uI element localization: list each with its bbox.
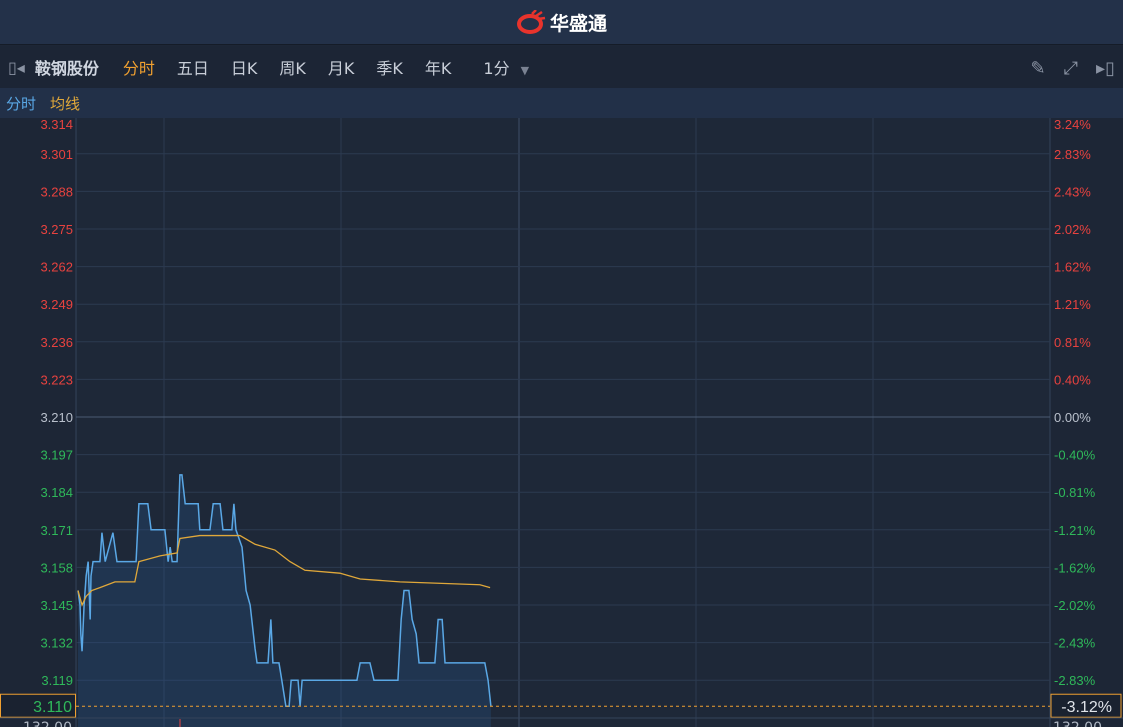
left-tick-label: 3.119 [41,673,73,688]
left-tick-label: 3.158 [40,560,73,575]
left-tick-label: 3.132 [40,636,73,651]
chevron-down-icon: ▼ [520,64,530,77]
right-tick-label: 0.00% [1054,410,1091,425]
left-tick-label: 3.197 [40,448,73,463]
last-price-label: 3.110 [33,699,72,716]
legend-bar: 分时 均线 [0,88,1123,118]
volume-right-label: 132.00 [1053,720,1102,727]
left-tick-label: 3.184 [40,485,73,500]
left-tick-label: 3.223 [40,372,73,387]
fullscreen-icon[interactable]: ⤢ [1064,58,1078,79]
title-bar: 华盛通 [0,0,1123,45]
right-tick-label: -0.81% [1054,485,1096,500]
right-tick-label: 1.21% [1054,297,1091,312]
brand-name: 华盛通 [549,12,607,35]
volume-left-label: 132.00 [23,720,72,727]
right-tick-label: 2.43% [1054,184,1091,199]
collapse-left-icon[interactable]: ▯◂ [8,58,25,77]
tab-monthly-k[interactable]: 月K [328,55,355,79]
intraday-chart: 3.314 3.24% 3.301 2.83% 3.288 2.43% 3.275 2.02%… [0,118,1123,727]
stock-name: 鞍钢股份 [34,59,99,78]
legend-price: 分时 [6,94,37,113]
last-pct-label: -3.12% [1061,699,1112,716]
right-tick-label: -2.02% [1054,598,1096,613]
toolbar: ▯◂ 鞍钢股份 分时 五日 日K 周K 月K 季K 年K 1分 ▼ [0,46,1123,88]
right-tick-label: 2.83% [1054,147,1091,162]
right-tick-label: -2.83% [1054,673,1096,688]
pencil-icon[interactable]: ✎ [1031,58,1046,79]
left-tick-label: 3.275 [40,222,73,237]
legend-avg: 均线 [50,94,81,113]
interval-value: 1分 [483,59,510,78]
tab-yearly-k[interactable]: 年K [425,55,452,79]
right-tick-label: -1.62% [1054,560,1096,575]
right-tick-label: 0.81% [1054,335,1091,350]
left-tick-label: 3.145 [40,598,73,613]
right-tick-label: 3.24% [1054,118,1091,132]
right-tick-label: 2.02% [1054,222,1091,237]
left-tick-label: 3.262 [40,260,73,275]
left-tick-label: 3.301 [40,147,73,162]
brand-icon [516,10,546,34]
tab-daily-k[interactable]: 日K [231,55,258,79]
left-tick-label: 3.236 [40,335,73,350]
left-tick-label: 3.210 [40,410,73,425]
brand-logo: 华盛通 [516,9,607,36]
tab-intraday[interactable]: 分时 [123,55,155,79]
left-tick-label: 3.288 [40,184,73,199]
right-tick-label: 1.62% [1054,260,1091,275]
left-tick-label: 3.314 [40,118,73,132]
right-tick-label: -1.21% [1054,523,1096,538]
right-tick-label: 0.40% [1054,372,1091,387]
tab-weekly-k[interactable]: 周K [279,55,306,79]
collapse-right-icon[interactable]: ▸▯ [1096,58,1115,79]
right-tick-label: -0.40% [1054,448,1096,463]
tab-5day[interactable]: 五日 [177,55,209,79]
right-tick-label: -2.43% [1054,636,1096,651]
interval-select[interactable]: 1分 ▼ [483,55,529,79]
left-tick-label: 3.171 [40,523,73,538]
tab-quarterly-k[interactable]: 季K [376,55,403,79]
left-tick-label: 3.249 [40,297,73,312]
